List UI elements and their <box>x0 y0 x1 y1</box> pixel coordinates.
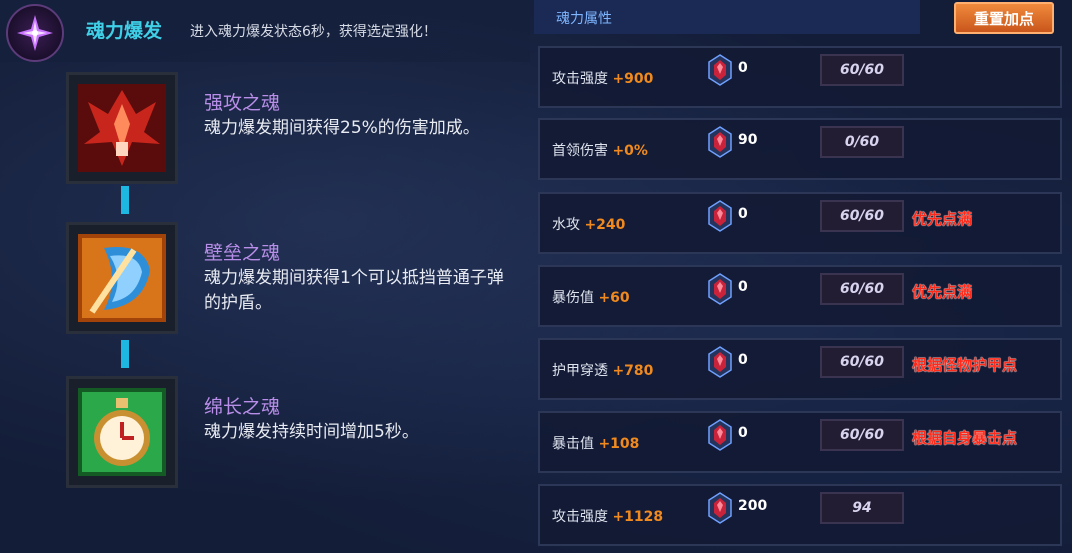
allocated-points[interactable]: 60/60 <box>820 346 904 378</box>
green-stopwatch-soul-icon[interactable] <box>66 376 178 488</box>
soul-card-assault[interactable]: 强攻之魂 魂力爆发期间获得25%的伤害加成。 <box>0 72 530 192</box>
soul-burst-header: 魂力爆发 进入魂力爆发状态6秒，获得选定强化！ <box>0 0 530 62</box>
gem-count: 0 <box>738 425 748 441</box>
allocated-points[interactable]: 60/60 <box>820 273 904 305</box>
attribute-row[interactable]: 水攻 +240 0 60/60 优先点满 <box>538 192 1062 254</box>
soul-gem-icon <box>708 492 732 524</box>
attribute-row[interactable]: 暴击值 +108 0 60/60 根据自身暴击点 <box>538 411 1062 473</box>
red-warrior-soul-icon[interactable] <box>66 72 178 184</box>
attribute-label: 暴击值 +108 <box>552 433 639 453</box>
attribute-label: 暴伤值 +60 <box>552 287 630 307</box>
strategy-note: 根据自身暴击点 <box>912 429 1018 447</box>
soul-gem-icon <box>708 419 732 451</box>
allocated-points[interactable]: 60/60 <box>820 419 904 451</box>
attribute-row[interactable]: 攻击强度 +900 0 60/60 <box>538 46 1062 108</box>
attribute-row[interactable]: 护甲穿透 +780 0 60/60 根据怪物护甲点 <box>538 338 1062 400</box>
attribute-name: 暴击值 <box>552 436 594 452</box>
soul-connector <box>121 340 129 368</box>
soul-card-bulwark[interactable]: 壁垒之魂 魂力爆发期间获得1个可以抵挡普通子弹的护盾。 <box>0 222 530 342</box>
reset-points-button[interactable]: 重置加点 <box>954 2 1054 34</box>
gem-count: 0 <box>738 60 748 76</box>
attribute-name: 水攻 <box>552 217 580 233</box>
gem-count: 0 <box>738 206 748 222</box>
attribute-label: 水攻 +240 <box>552 214 625 234</box>
attribute-bonus: +60 <box>598 290 630 306</box>
gem-count: 0 <box>738 279 748 295</box>
soul-description: 魂力爆发期间获得25%的伤害加成。 <box>204 118 480 138</box>
soul-name: 壁垒之魂 <box>204 242 281 264</box>
attribute-name: 攻击强度 <box>552 509 608 525</box>
attribute-bonus: +240 <box>584 217 626 233</box>
attribute-bonus: +900 <box>612 71 654 87</box>
soul-connector <box>121 186 129 214</box>
attribute-name: 首领伤害 <box>552 143 608 159</box>
soul-description: 魂力爆发期间获得1个可以抵挡普通子弹的护盾。 <box>204 268 504 313</box>
soul-gem-icon <box>708 200 732 232</box>
gem-count: 200 <box>738 498 768 514</box>
allocated-points[interactable]: 60/60 <box>820 200 904 232</box>
purple-crystal-icon <box>6 4 64 62</box>
soul-name: 强攻之魂 <box>204 92 281 114</box>
attributes-header: 魂力属性 <box>534 0 920 34</box>
gem-count: 0 <box>738 352 748 368</box>
gem-count: 90 <box>738 132 758 148</box>
attribute-bonus: +0% <box>612 143 648 159</box>
soul-burst-title: 魂力爆发 <box>86 20 163 42</box>
strategy-note: 优先点满 <box>912 283 973 301</box>
attribute-bonus: +780 <box>612 363 654 379</box>
soul-card-endurance[interactable]: 绵长之魂 魂力爆发持续时间增加5秒。 <box>0 376 530 496</box>
attribute-label: 护甲穿透 +780 <box>552 360 653 380</box>
attribute-bonus: +108 <box>598 436 640 452</box>
soul-gem-icon <box>708 126 732 158</box>
attribute-name: 护甲穿透 <box>552 363 608 379</box>
allocated-points[interactable]: 60/60 <box>820 54 904 86</box>
attribute-bonus: +1128 <box>612 509 664 525</box>
soul-burst-panel: 魂力爆发 进入魂力爆发状态6秒，获得选定强化！ 强攻之魂 魂力爆发期间获得25%… <box>0 0 530 553</box>
attribute-row[interactable]: 暴伤值 +60 0 60/60 优先点满 <box>538 265 1062 327</box>
attribute-row[interactable]: 攻击强度 +1128 200 94 <box>538 484 1062 546</box>
soul-gem-icon <box>708 273 732 305</box>
soul-burst-description: 进入魂力爆发状态6秒，获得选定强化！ <box>190 24 437 40</box>
orange-shield-soul-icon[interactable] <box>66 222 178 334</box>
soul-power-screen: 魂力爆发 进入魂力爆发状态6秒，获得选定强化！ 强攻之魂 魂力爆发期间获得25%… <box>0 0 1072 553</box>
soul-attributes-panel: 魂力属性 重置加点 攻击强度 +900 0 60/60 首领伤害 +0% 90 0/60 水… <box>534 0 1072 553</box>
attribute-label: 攻击强度 +900 <box>552 68 653 88</box>
attribute-name: 攻击强度 <box>552 71 608 87</box>
attribute-label: 首领伤害 +0% <box>552 140 648 160</box>
strategy-note: 优先点满 <box>912 210 973 228</box>
soul-gem-icon <box>708 346 732 378</box>
attribute-row[interactable]: 首领伤害 +0% 90 0/60 <box>538 118 1062 180</box>
soul-description: 魂力爆发持续时间增加5秒。 <box>204 422 419 442</box>
allocated-points[interactable]: 0/60 <box>820 126 904 158</box>
soul-name: 绵长之魂 <box>204 396 281 418</box>
allocated-points[interactable]: 94 <box>820 492 904 524</box>
soul-gem-icon <box>708 54 732 86</box>
strategy-note: 根据怪物护甲点 <box>912 356 1018 374</box>
attribute-label: 攻击强度 +1128 <box>552 506 663 526</box>
attributes-title: 魂力属性 <box>556 11 612 27</box>
attribute-name: 暴伤值 <box>552 290 594 306</box>
